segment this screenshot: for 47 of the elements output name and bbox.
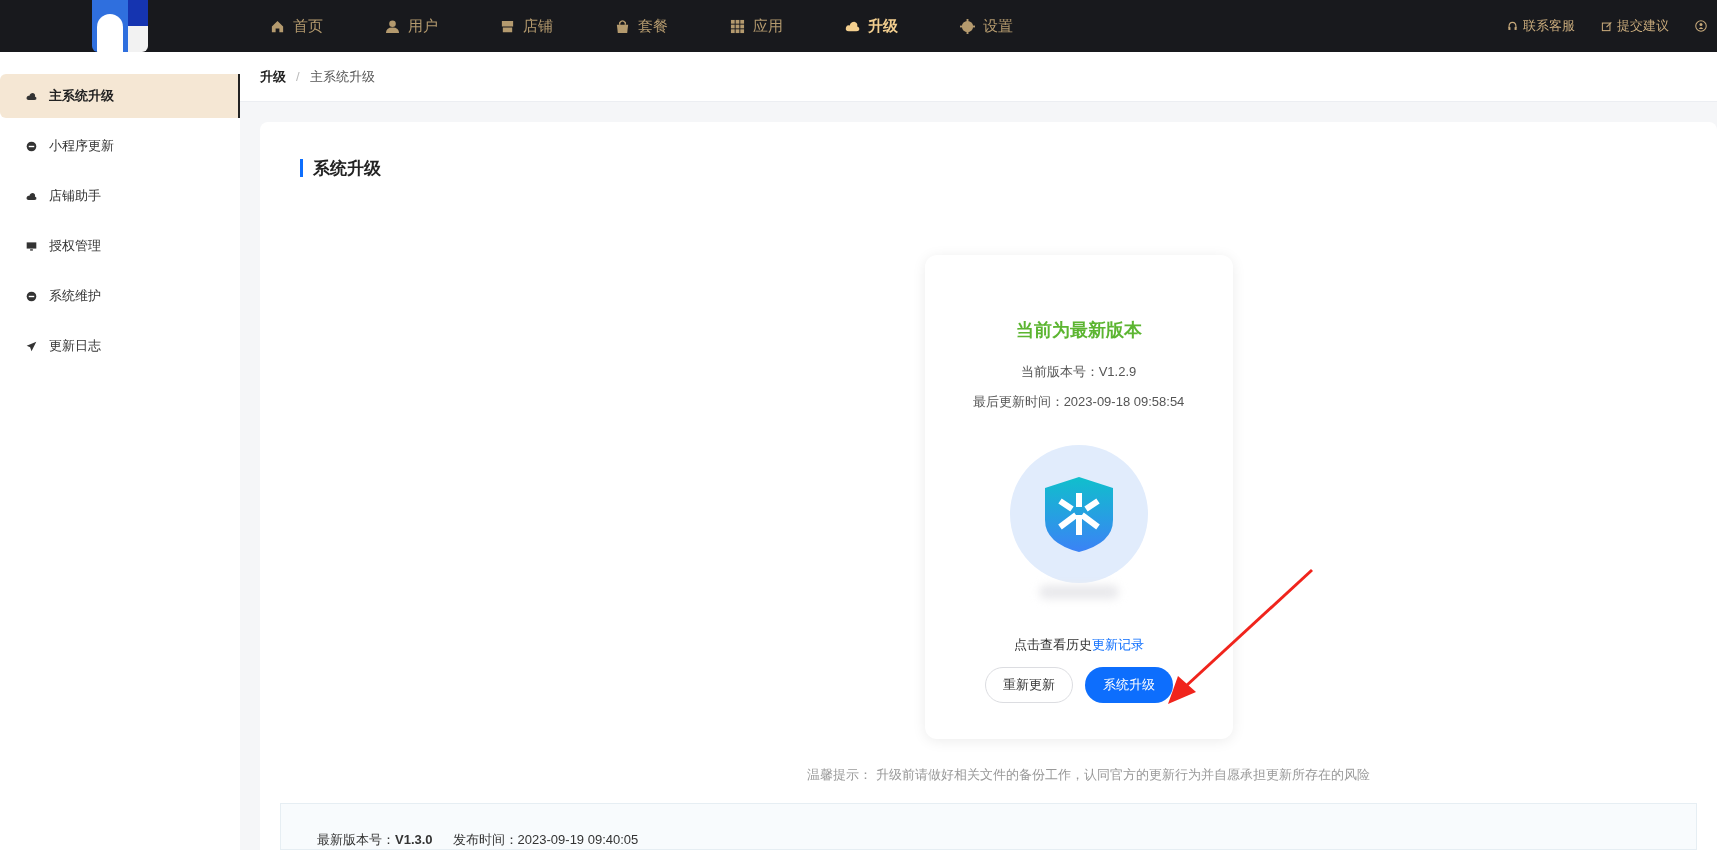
release-time: 发布时间：2023-09-19 09:40:05 <box>452 830 639 849</box>
bag-icon <box>615 18 630 34</box>
sidebar-item[interactable]: 主系统升级 <box>0 74 240 118</box>
paper-plane-icon <box>26 340 37 352</box>
reinstall-button[interactable]: 重新更新 <box>984 666 1073 703</box>
current-version: 当前版本号：V1.2.9 <box>1020 363 1137 381</box>
nav-tab[interactable]: 设置 <box>960 14 1013 38</box>
history-link[interactable]: 更新记录 <box>1091 637 1144 652</box>
title-accent-bar <box>300 159 303 178</box>
breadcrumb-link[interactable]: 升级 <box>260 66 286 86</box>
minus-circle-icon <box>26 140 37 152</box>
nav-tab[interactable]: 用户 <box>385 14 438 38</box>
person-icon <box>1695 20 1707 32</box>
house-icon <box>270 18 285 34</box>
shop-icon <box>500 18 515 34</box>
latest-version: 最新版本号：V1.3.0 <box>317 830 433 849</box>
nav-tab[interactable]: 升级 <box>845 14 898 38</box>
nav-tab[interactable]: 套餐 <box>615 14 668 38</box>
section-title: 系统升级 <box>313 157 381 180</box>
headset-icon <box>1507 20 1518 32</box>
logo-icon[interactable] <box>92 0 148 52</box>
breadcrumb-current: 主系统升级 <box>309 67 375 86</box>
header-link[interactable]: 联系客服 <box>1507 16 1575 36</box>
sidebar-item[interactable]: 授权管理 <box>0 224 240 268</box>
sidebar-item[interactable]: 小程序更新 <box>0 124 240 168</box>
grid-icon <box>730 18 745 34</box>
sidebar-item[interactable]: 更新日志 <box>0 324 240 368</box>
edit-icon <box>1601 20 1612 32</box>
monitor-icon <box>26 240 37 252</box>
history-hint: 点击查看历史 <box>1013 637 1092 652</box>
settings-icon <box>960 18 975 34</box>
sidebar-item[interactable]: 店铺助手 <box>0 174 240 218</box>
nav-tab[interactable]: 首页 <box>270 14 323 38</box>
status-headline: 当前为最新版本 <box>1015 319 1142 342</box>
last-update-time: 最后更新时间：2023-09-18 09:58:54 <box>972 392 1185 411</box>
user-icon <box>385 18 400 34</box>
nav-tab[interactable]: 应用 <box>730 14 783 38</box>
sidebar-item[interactable]: 系统维护 <box>0 274 240 318</box>
upgrade-button[interactable]: 系统升级 <box>1084 666 1173 703</box>
nav-tab[interactable]: 店铺 <box>500 14 553 38</box>
cloud-upload-icon <box>26 90 37 102</box>
shield-icon <box>1009 445 1148 583</box>
minus-circle-icon <box>26 290 37 302</box>
cloud-upload-icon <box>26 190 37 202</box>
breadcrumb-separator: / <box>296 67 300 86</box>
warning-tip: 温馨提示： 升级前请做好相关文件的备份工作，认同官方的更新行为并自愿承担更新所存在的风险 <box>806 766 1371 784</box>
header-link[interactable]: 提交建议 <box>1601 16 1669 36</box>
